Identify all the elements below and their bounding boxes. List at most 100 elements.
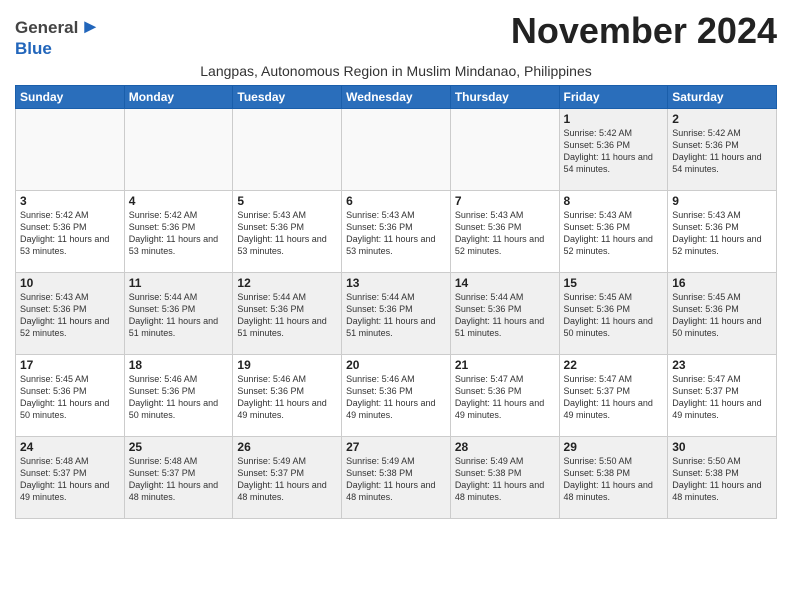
calendar-day-cell: 3Sunrise: 5:42 AM Sunset: 5:36 PM Daylig… <box>16 191 125 273</box>
day-info: Sunrise: 5:46 AM Sunset: 5:36 PM Dayligh… <box>237 373 337 422</box>
day-info: Sunrise: 5:42 AM Sunset: 5:36 PM Dayligh… <box>564 127 664 176</box>
day-number: 23 <box>672 358 772 372</box>
day-number: 24 <box>20 440 120 454</box>
calendar-day-cell: 30Sunrise: 5:50 AM Sunset: 5:38 PM Dayli… <box>668 437 777 519</box>
weekday-header-cell: Friday <box>559 86 668 109</box>
day-info: Sunrise: 5:50 AM Sunset: 5:38 PM Dayligh… <box>672 455 772 504</box>
calendar-day-cell: 23Sunrise: 5:47 AM Sunset: 5:37 PM Dayli… <box>668 355 777 437</box>
weekday-header-row: SundayMondayTuesdayWednesdayThursdayFrid… <box>16 86 777 109</box>
calendar-day-cell: 25Sunrise: 5:48 AM Sunset: 5:37 PM Dayli… <box>124 437 233 519</box>
day-info: Sunrise: 5:44 AM Sunset: 5:36 PM Dayligh… <box>346 291 446 340</box>
day-info: Sunrise: 5:45 AM Sunset: 5:36 PM Dayligh… <box>20 373 120 422</box>
day-number: 29 <box>564 440 664 454</box>
calendar-day-cell <box>16 109 125 191</box>
day-number: 9 <box>672 194 772 208</box>
weekday-header-cell: Thursday <box>450 86 559 109</box>
calendar-body: 1Sunrise: 5:42 AM Sunset: 5:36 PM Daylig… <box>16 109 777 519</box>
day-number: 6 <box>346 194 446 208</box>
day-number: 8 <box>564 194 664 208</box>
day-info: Sunrise: 5:43 AM Sunset: 5:36 PM Dayligh… <box>672 209 772 258</box>
weekday-header-cell: Monday <box>124 86 233 109</box>
calendar-day-cell: 13Sunrise: 5:44 AM Sunset: 5:36 PM Dayli… <box>342 273 451 355</box>
day-number: 17 <box>20 358 120 372</box>
calendar-day-cell: 24Sunrise: 5:48 AM Sunset: 5:37 PM Dayli… <box>16 437 125 519</box>
calendar-day-cell: 19Sunrise: 5:46 AM Sunset: 5:36 PM Dayli… <box>233 355 342 437</box>
day-info: Sunrise: 5:42 AM Sunset: 5:36 PM Dayligh… <box>672 127 772 176</box>
day-number: 5 <box>237 194 337 208</box>
day-info: Sunrise: 5:49 AM Sunset: 5:38 PM Dayligh… <box>346 455 446 504</box>
day-number: 1 <box>564 112 664 126</box>
weekday-header-cell: Saturday <box>668 86 777 109</box>
logo-bird-icon: ► <box>80 16 100 39</box>
weekday-header-cell: Sunday <box>16 86 125 109</box>
calendar-week-row: 3Sunrise: 5:42 AM Sunset: 5:36 PM Daylig… <box>16 191 777 273</box>
day-info: Sunrise: 5:47 AM Sunset: 5:37 PM Dayligh… <box>564 373 664 422</box>
day-info: Sunrise: 5:46 AM Sunset: 5:36 PM Dayligh… <box>346 373 446 422</box>
day-info: Sunrise: 5:43 AM Sunset: 5:36 PM Dayligh… <box>564 209 664 258</box>
calendar-day-cell: 9Sunrise: 5:43 AM Sunset: 5:36 PM Daylig… <box>668 191 777 273</box>
calendar-day-cell: 17Sunrise: 5:45 AM Sunset: 5:36 PM Dayli… <box>16 355 125 437</box>
day-number: 14 <box>455 276 555 290</box>
weekday-header-cell: Wednesday <box>342 86 451 109</box>
calendar-day-cell: 6Sunrise: 5:43 AM Sunset: 5:36 PM Daylig… <box>342 191 451 273</box>
day-number: 13 <box>346 276 446 290</box>
calendar-day-cell: 28Sunrise: 5:49 AM Sunset: 5:38 PM Dayli… <box>450 437 559 519</box>
calendar-day-cell: 5Sunrise: 5:43 AM Sunset: 5:36 PM Daylig… <box>233 191 342 273</box>
day-info: Sunrise: 5:48 AM Sunset: 5:37 PM Dayligh… <box>129 455 229 504</box>
calendar-day-cell: 14Sunrise: 5:44 AM Sunset: 5:36 PM Dayli… <box>450 273 559 355</box>
day-info: Sunrise: 5:45 AM Sunset: 5:36 PM Dayligh… <box>564 291 664 340</box>
calendar-day-cell: 27Sunrise: 5:49 AM Sunset: 5:38 PM Dayli… <box>342 437 451 519</box>
day-info: Sunrise: 5:45 AM Sunset: 5:36 PM Dayligh… <box>672 291 772 340</box>
day-number: 10 <box>20 276 120 290</box>
day-number: 11 <box>129 276 229 290</box>
calendar-day-cell: 20Sunrise: 5:46 AM Sunset: 5:36 PM Dayli… <box>342 355 451 437</box>
calendar-day-cell: 26Sunrise: 5:49 AM Sunset: 5:37 PM Dayli… <box>233 437 342 519</box>
month-title: November 2024 <box>511 10 777 52</box>
logo-general: General <box>15 18 78 38</box>
day-number: 20 <box>346 358 446 372</box>
day-info: Sunrise: 5:44 AM Sunset: 5:36 PM Dayligh… <box>237 291 337 340</box>
day-info: Sunrise: 5:49 AM Sunset: 5:38 PM Dayligh… <box>455 455 555 504</box>
calendar-day-cell: 15Sunrise: 5:45 AM Sunset: 5:36 PM Dayli… <box>559 273 668 355</box>
calendar-day-cell: 7Sunrise: 5:43 AM Sunset: 5:36 PM Daylig… <box>450 191 559 273</box>
day-number: 22 <box>564 358 664 372</box>
day-info: Sunrise: 5:44 AM Sunset: 5:36 PM Dayligh… <box>455 291 555 340</box>
day-number: 30 <box>672 440 772 454</box>
calendar-day-cell: 21Sunrise: 5:47 AM Sunset: 5:36 PM Dayli… <box>450 355 559 437</box>
day-info: Sunrise: 5:47 AM Sunset: 5:37 PM Dayligh… <box>672 373 772 422</box>
day-info: Sunrise: 5:44 AM Sunset: 5:36 PM Dayligh… <box>129 291 229 340</box>
calendar-day-cell: 1Sunrise: 5:42 AM Sunset: 5:36 PM Daylig… <box>559 109 668 191</box>
day-info: Sunrise: 5:48 AM Sunset: 5:37 PM Dayligh… <box>20 455 120 504</box>
logo-blue: Blue <box>15 39 52 58</box>
calendar-day-cell: 18Sunrise: 5:46 AM Sunset: 5:36 PM Dayli… <box>124 355 233 437</box>
calendar-day-cell: 11Sunrise: 5:44 AM Sunset: 5:36 PM Dayli… <box>124 273 233 355</box>
day-number: 26 <box>237 440 337 454</box>
weekday-header-cell: Tuesday <box>233 86 342 109</box>
calendar-day-cell: 22Sunrise: 5:47 AM Sunset: 5:37 PM Dayli… <box>559 355 668 437</box>
day-info: Sunrise: 5:43 AM Sunset: 5:36 PM Dayligh… <box>346 209 446 258</box>
calendar-table: SundayMondayTuesdayWednesdayThursdayFrid… <box>15 85 777 519</box>
day-number: 25 <box>129 440 229 454</box>
day-number: 21 <box>455 358 555 372</box>
day-number: 7 <box>455 194 555 208</box>
day-info: Sunrise: 5:42 AM Sunset: 5:36 PM Dayligh… <box>20 209 120 258</box>
day-info: Sunrise: 5:42 AM Sunset: 5:36 PM Dayligh… <box>129 209 229 258</box>
header: General ► Blue November 2024 <box>15 10 777 59</box>
day-info: Sunrise: 5:43 AM Sunset: 5:36 PM Dayligh… <box>20 291 120 340</box>
day-info: Sunrise: 5:46 AM Sunset: 5:36 PM Dayligh… <box>129 373 229 422</box>
calendar-day-cell: 8Sunrise: 5:43 AM Sunset: 5:36 PM Daylig… <box>559 191 668 273</box>
calendar-day-cell <box>124 109 233 191</box>
calendar-day-cell: 2Sunrise: 5:42 AM Sunset: 5:36 PM Daylig… <box>668 109 777 191</box>
day-number: 16 <box>672 276 772 290</box>
subtitle: Langpas, Autonomous Region in Muslim Min… <box>15 63 777 79</box>
logo: General ► Blue <box>15 16 100 59</box>
day-info: Sunrise: 5:43 AM Sunset: 5:36 PM Dayligh… <box>237 209 337 258</box>
calendar-day-cell: 29Sunrise: 5:50 AM Sunset: 5:38 PM Dayli… <box>559 437 668 519</box>
calendar-week-row: 10Sunrise: 5:43 AM Sunset: 5:36 PM Dayli… <box>16 273 777 355</box>
day-number: 2 <box>672 112 772 126</box>
day-number: 19 <box>237 358 337 372</box>
day-number: 15 <box>564 276 664 290</box>
calendar-day-cell <box>450 109 559 191</box>
calendar-day-cell: 4Sunrise: 5:42 AM Sunset: 5:36 PM Daylig… <box>124 191 233 273</box>
day-number: 18 <box>129 358 229 372</box>
